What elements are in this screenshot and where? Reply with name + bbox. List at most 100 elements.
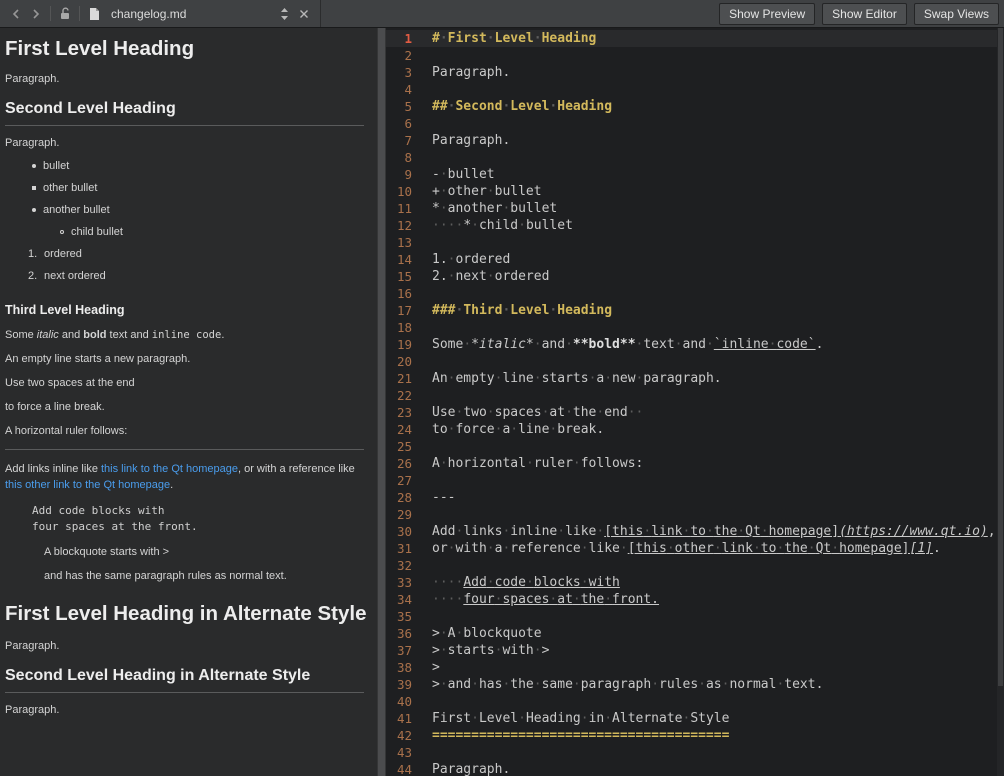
updown-arrows-icon[interactable] <box>274 4 294 24</box>
editor-line[interactable]: 23Use·two·spaces·at·the·end·· <box>386 404 1004 421</box>
editor-line[interactable]: 6 <box>386 115 1004 132</box>
line-number: 37 <box>386 642 412 659</box>
editor-line[interactable]: 39>·and·has·the·same·paragraph·rules·as·… <box>386 676 1004 693</box>
editor-line[interactable]: 36>·A·blockquote <box>386 625 1004 642</box>
scrollbar-thumb[interactable] <box>378 28 385 776</box>
editor-line[interactable]: 4 <box>386 81 1004 98</box>
preview-text: , or with a reference like <box>238 463 355 475</box>
editor-line[interactable]: 44Paragraph. <box>386 761 1004 776</box>
editor-line[interactable]: 24to·force·a·line·break. <box>386 421 1004 438</box>
editor-line[interactable]: 16 <box>386 285 1004 302</box>
show-preview-button[interactable]: Show Preview <box>719 3 815 25</box>
editor-line[interactable]: 22 <box>386 387 1004 404</box>
filename-label[interactable]: changelog.md <box>111 7 274 21</box>
editor-line[interactable]: 19Some·*italic*·and·**bold**·text·and·`i… <box>386 336 1004 353</box>
whitespace-dot: · <box>502 201 510 216</box>
editor-line[interactable]: 3Paragraph. <box>386 64 1004 81</box>
code-block-line: Add code blocks with <box>32 503 371 519</box>
whitespace-dot: · <box>440 456 448 471</box>
line-number: 1 <box>386 30 412 47</box>
whitespace-dot: · <box>581 711 589 726</box>
editor-line[interactable]: 31or·with·a·reference·like·[this·other·l… <box>386 540 1004 557</box>
preview-paragraph: Paragraph. <box>5 640 371 653</box>
editor-line[interactable]: 38> <box>386 659 1004 676</box>
editor-line[interactable]: 34····four·spaces·at·the·front. <box>386 591 1004 608</box>
editor-line[interactable]: 32 <box>386 557 1004 574</box>
whitespace-dot: · <box>604 371 612 386</box>
editor-lines[interactable]: 1#·First·Level·Heading23Paragraph.45##·S… <box>386 30 1004 776</box>
editor-line[interactable]: 152.·next·ordered <box>386 268 1004 285</box>
whitespace-dot: · <box>753 541 761 556</box>
whitespace-dot: · <box>643 524 651 539</box>
preview-h2-second: Second Level Heading <box>5 99 364 126</box>
blockquote: A blockquote starts with > and has the s… <box>44 546 371 583</box>
editor-line[interactable]: 13 <box>386 234 1004 251</box>
line-number: 21 <box>386 370 412 387</box>
forward-button[interactable] <box>26 4 46 24</box>
editor-line[interactable]: 41First·Level·Heading·in·Alternate·Style <box>386 710 1004 727</box>
whitespace-dot: · <box>455 626 463 641</box>
whitespace-dot: · <box>549 422 557 437</box>
editor-line[interactable]: 42====================================== <box>386 727 1004 744</box>
preview-h1-first: First Level Heading <box>5 36 371 62</box>
close-button[interactable] <box>294 4 314 24</box>
scrollbar-thumb[interactable] <box>998 28 1003 686</box>
horizontal-rule <box>5 449 364 450</box>
line-number: 40 <box>386 693 412 710</box>
whitespace-dot: · <box>604 711 612 726</box>
editor-line[interactable]: 1#·First·Level·Heading <box>386 30 1004 47</box>
swap-views-button[interactable]: Swap Views <box>914 3 999 25</box>
editor-line[interactable]: 11*·another·bullet <box>386 200 1004 217</box>
editor-line[interactable]: 43 <box>386 744 1004 761</box>
editor-line[interactable]: 27 <box>386 472 1004 489</box>
whitespace-dot: · <box>502 541 510 556</box>
back-button[interactable] <box>6 4 26 24</box>
editor-line[interactable]: 33····Add·code·blocks·with <box>386 574 1004 591</box>
editor-line[interactable]: 17###·Third·Level·Heading <box>386 302 1004 319</box>
editor-line[interactable]: 2 <box>386 47 1004 64</box>
preview-text: . <box>221 329 224 341</box>
editor-line[interactable]: 40 <box>386 693 1004 710</box>
editor-line[interactable]: 29 <box>386 506 1004 523</box>
editor-line[interactable]: 21An·empty·line·starts·a·new·paragraph. <box>386 370 1004 387</box>
qt-homepage-reference-link[interactable]: this other link to the Qt homepage <box>5 479 170 491</box>
chevron-left-icon <box>14 10 18 18</box>
editor-line[interactable]: 12····*·child·bullet <box>386 217 1004 234</box>
editor-line[interactable]: 35 <box>386 608 1004 625</box>
whitespace-dot: · <box>573 592 581 607</box>
chevron-right-icon <box>34 10 38 18</box>
editor-line[interactable]: 26A·horizontal·ruler·follows: <box>386 455 1004 472</box>
preview-scrollbar[interactable] <box>377 28 386 776</box>
preview-paragraph: Paragraph. <box>5 137 371 150</box>
whitespace-dot: · <box>776 541 784 556</box>
editor-line[interactable]: 18 <box>386 319 1004 336</box>
editor-line[interactable]: 25 <box>386 438 1004 455</box>
show-editor-button[interactable]: Show Editor <box>822 3 907 25</box>
whitespace-dot: · <box>683 524 691 539</box>
whitespace-dot: · <box>495 592 503 607</box>
preview-links-paragraph: Add links inline like this link to the Q… <box>5 461 367 493</box>
list-item-label: child bullet <box>71 226 123 239</box>
editor-line[interactable]: 9-·bullet <box>386 166 1004 183</box>
editor-scrollbar[interactable] <box>997 28 1004 776</box>
preview-text: Some <box>5 329 37 341</box>
editor-line[interactable]: 37>·starts·with·> <box>386 642 1004 659</box>
whitespace-dot: · <box>573 677 581 692</box>
qt-homepage-link[interactable]: this link to the Qt homepage <box>101 463 238 475</box>
markdown-source-editor[interactable]: 1#·First·Level·Heading23Paragraph.45##·S… <box>386 28 1004 776</box>
editor-line[interactable]: 30Add·links·inline·like·[this·link·to·th… <box>386 523 1004 540</box>
editor-line[interactable]: 28--- <box>386 489 1004 506</box>
whitespace-dot: · <box>565 405 573 420</box>
editor-line[interactable]: 20 <box>386 353 1004 370</box>
whitespace-dot: · <box>448 541 456 556</box>
whitespace-dot: · <box>534 643 542 658</box>
editor-line[interactable]: 8 <box>386 149 1004 166</box>
line-number: 42 <box>386 727 412 744</box>
editor-line[interactable]: 7Paragraph. <box>386 132 1004 149</box>
whitespace-dot: · <box>463 337 471 352</box>
editor-line[interactable]: 141.·ordered <box>386 251 1004 268</box>
editor-line[interactable]: 10+·other·bullet <box>386 183 1004 200</box>
line-number: 13 <box>386 234 412 251</box>
editor-line[interactable]: 5##·Second·Level·Heading <box>386 98 1004 115</box>
whitespace-dot: · <box>557 524 565 539</box>
